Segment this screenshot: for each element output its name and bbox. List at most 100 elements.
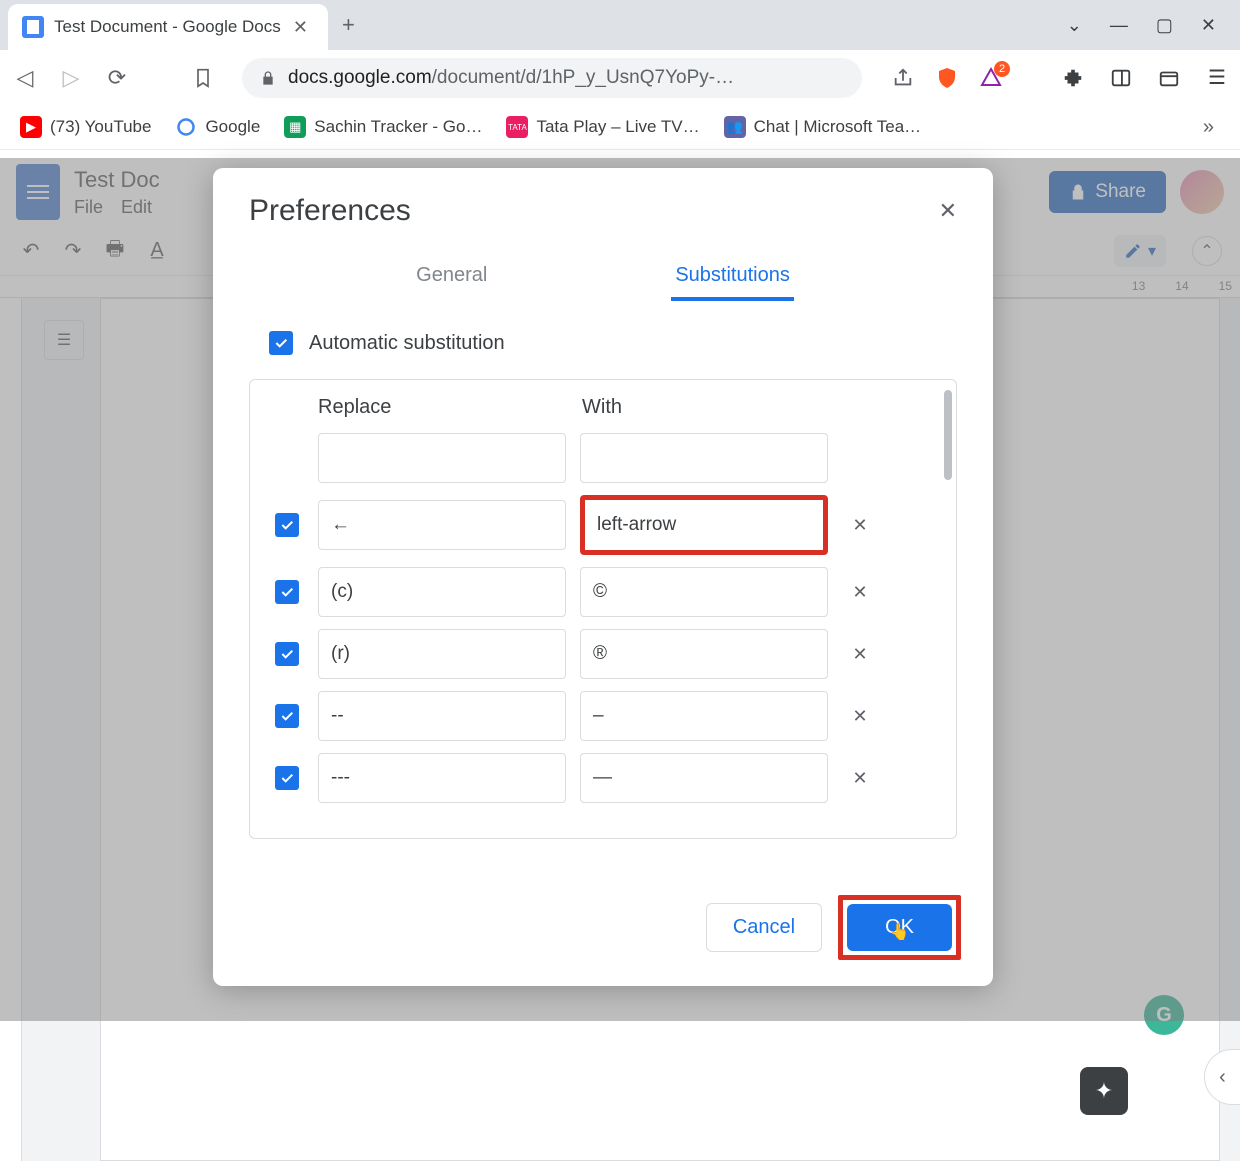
- url-input[interactable]: docs.google.com/document/d/1hP_y_UsnQ7Yo…: [242, 58, 862, 98]
- google-icon: [175, 116, 197, 138]
- lock-icon: [260, 70, 276, 86]
- tab-general[interactable]: General: [412, 254, 491, 301]
- col-with-header: With: [582, 396, 830, 419]
- delete-row-icon: [846, 444, 874, 472]
- docs-favicon: [22, 16, 44, 38]
- bookmark-teams[interactable]: 👥 Chat | Microsoft Tea…: [716, 112, 930, 142]
- table-row: ✕: [250, 623, 956, 685]
- forward-button[interactable]: ▷: [56, 63, 86, 93]
- bookmark-sheets[interactable]: ▦ Sachin Tracker - Go…: [276, 112, 490, 142]
- with-input[interactable]: [580, 567, 828, 617]
- with-input[interactable]: [580, 691, 828, 741]
- teams-icon: 👥: [724, 116, 746, 138]
- delete-row-icon[interactable]: ✕: [846, 578, 874, 606]
- delete-row-icon[interactable]: ✕: [846, 511, 874, 539]
- table-headers: Replace With: [250, 380, 956, 427]
- replace-input[interactable]: [318, 567, 566, 617]
- tab-substitutions[interactable]: Substitutions: [671, 254, 794, 301]
- bookmark-label: Google: [205, 117, 260, 137]
- minimize-window-icon[interactable]: —: [1110, 15, 1128, 36]
- table-row: ✕: [250, 561, 956, 623]
- row-checkbox[interactable]: [275, 513, 299, 537]
- bookmark-label: Tata Play – Live TV…: [536, 117, 699, 137]
- row-checkbox-slot: [270, 642, 304, 666]
- automatic-substitution-label: Automatic substitution: [309, 332, 505, 355]
- row-checkbox[interactable]: [275, 642, 299, 666]
- preferences-dialog: Preferences ✕ General Substitutions Auto…: [213, 168, 993, 986]
- dialog-header: Preferences ✕: [213, 168, 993, 242]
- extensions-icon[interactable]: [1060, 65, 1086, 91]
- with-input[interactable]: [580, 753, 828, 803]
- bookmark-youtube[interactable]: ▶ (73) YouTube: [12, 112, 159, 142]
- close-window-icon[interactable]: ✕: [1201, 15, 1216, 36]
- sheets-icon: ▦: [284, 116, 306, 138]
- ok-button-highlight: OK 👆: [838, 895, 961, 960]
- replace-input[interactable]: [318, 500, 566, 550]
- new-tab-button[interactable]: +: [328, 12, 369, 38]
- brave-rewards-icon[interactable]: [978, 65, 1004, 91]
- back-button[interactable]: ◁: [10, 63, 40, 93]
- row-checkbox[interactable]: [275, 766, 299, 790]
- tabs-chevron-icon[interactable]: ⌄: [1067, 15, 1082, 36]
- tab-bar: Test Document - Google Docs ✕ + ⌄ — ▢ ✕: [0, 0, 1240, 50]
- row-checkbox-slot: [270, 580, 304, 604]
- replace-input[interactable]: [318, 753, 566, 803]
- ok-label: OK: [885, 916, 914, 938]
- maximize-window-icon[interactable]: ▢: [1156, 15, 1173, 36]
- browser-tab[interactable]: Test Document - Google Docs ✕: [8, 4, 328, 50]
- row-checkbox[interactable]: [275, 704, 299, 728]
- bookmark-label: (73) YouTube: [50, 117, 151, 137]
- row-checkbox-slot: [270, 704, 304, 728]
- with-input[interactable]: [580, 629, 828, 679]
- bookmarks-bar: ▶ (73) YouTube Google ▦ Sachin Tracker -…: [0, 105, 1240, 150]
- browser-chrome: Test Document - Google Docs ✕ + ⌄ — ▢ ✕ …: [0, 0, 1240, 150]
- automatic-substitution-checkbox[interactable]: [269, 331, 293, 355]
- tab-title: Test Document - Google Docs: [54, 17, 287, 37]
- dialog-tabs: General Substitutions: [213, 242, 993, 301]
- automatic-substitution-row: Automatic substitution: [249, 331, 957, 355]
- delete-row-icon[interactable]: ✕: [846, 702, 874, 730]
- dialog-title: Preferences: [249, 194, 411, 228]
- url-text: docs.google.com/document/d/1hP_y_UsnQ7Yo…: [288, 67, 734, 89]
- chrome-menu-icon[interactable]: ☰: [1204, 65, 1230, 91]
- close-dialog-icon[interactable]: ✕: [939, 198, 957, 224]
- delete-row-icon[interactable]: ✕: [846, 640, 874, 668]
- address-icons: [890, 65, 1004, 91]
- reload-button[interactable]: ⟳: [102, 63, 132, 93]
- brave-shield-icon[interactable]: [934, 65, 960, 91]
- bookmark-label: Chat | Microsoft Tea…: [754, 117, 922, 137]
- cancel-button[interactable]: Cancel: [706, 903, 822, 952]
- explore-button[interactable]: ✦: [1080, 1067, 1128, 1115]
- row-checkbox-slot: [270, 513, 304, 537]
- dialog-footer: Cancel OK 👆: [213, 873, 993, 986]
- youtube-icon: ▶: [20, 116, 42, 138]
- replace-input[interactable]: [318, 433, 566, 483]
- substitutions-table: Replace With ✕ ✕ ✕ ✕ ✕: [249, 379, 957, 839]
- wallet-icon[interactable]: [1156, 65, 1182, 91]
- row-checkbox-slot: [270, 766, 304, 790]
- with-input[interactable]: [580, 495, 828, 555]
- delete-row-icon[interactable]: ✕: [846, 764, 874, 792]
- chrome-menu-icons: ☰: [1060, 65, 1230, 91]
- col-replace-header: Replace: [318, 396, 566, 419]
- bookmark-tata[interactable]: TATA Tata Play – Live TV…: [498, 112, 707, 142]
- bookmark-icon[interactable]: [188, 63, 218, 93]
- bookmarks-overflow-icon[interactable]: »: [1203, 116, 1228, 139]
- table-row: ✕: [250, 747, 956, 809]
- bookmark-label: Sachin Tracker - Go…: [314, 117, 482, 137]
- table-row: [250, 427, 956, 489]
- share-icon[interactable]: [890, 65, 916, 91]
- table-row: ✕: [250, 685, 956, 747]
- window-controls: ⌄ — ▢ ✕: [1067, 15, 1240, 36]
- replace-input[interactable]: [318, 629, 566, 679]
- with-input[interactable]: [580, 433, 828, 483]
- sidepanel-icon[interactable]: [1108, 65, 1134, 91]
- tata-icon: TATA: [506, 116, 528, 138]
- scrollbar[interactable]: [944, 390, 952, 480]
- table-row: ✕: [250, 489, 956, 561]
- bookmark-google[interactable]: Google: [167, 112, 268, 142]
- close-tab-icon[interactable]: ✕: [287, 17, 314, 38]
- row-checkbox[interactable]: [275, 580, 299, 604]
- replace-input[interactable]: [318, 691, 566, 741]
- ok-button[interactable]: OK 👆: [847, 904, 952, 951]
